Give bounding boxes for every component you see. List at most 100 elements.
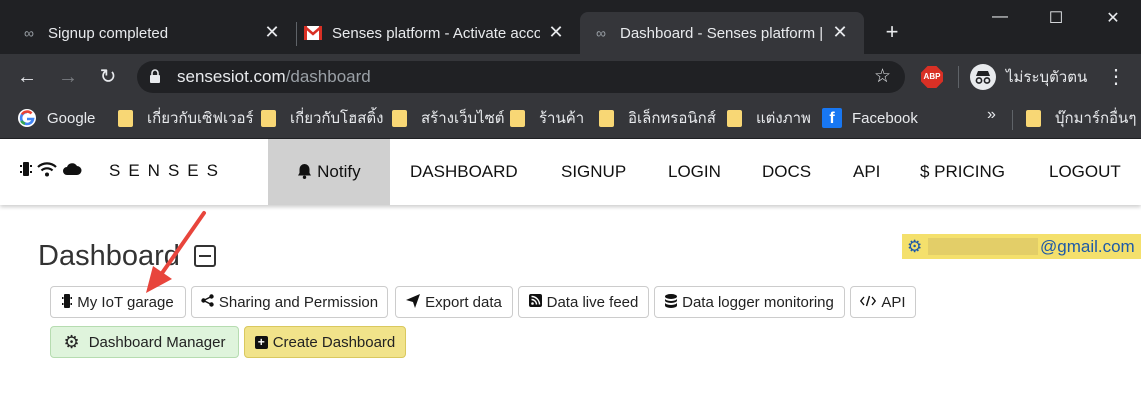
chip-icon xyxy=(62,293,73,311)
more-menu-icon[interactable]: ⋮ xyxy=(1106,64,1126,90)
bookmark-folder-website[interactable]: สร้างเว็บไซต์ xyxy=(392,106,505,130)
gear-icon: ⚙ xyxy=(907,237,923,256)
back-button[interactable]: ← xyxy=(14,64,40,90)
bookmark-label: เกี่ยวกับเซิฟเวอร์ xyxy=(147,110,254,127)
bookmark-label: อิเล็กทรอนิกส์ xyxy=(628,110,716,127)
my-iot-garage-button[interactable]: My IoT garage xyxy=(50,286,186,318)
export-data-button[interactable]: Export data xyxy=(395,286,513,318)
browser-tab-strip: ∞ Signup completed ✕ Senses platform - A… xyxy=(0,0,1141,54)
code-icon xyxy=(860,295,877,310)
share-icon xyxy=(201,294,214,310)
close-tab-icon[interactable]: ✕ xyxy=(830,22,850,43)
folder-icon xyxy=(1026,109,1041,127)
tab-title: Senses platform - Activate acco xyxy=(332,24,540,42)
cloud-icon xyxy=(62,162,82,180)
profile-label: ไม่ระบุตัวตน xyxy=(1006,69,1088,86)
wifi-icon xyxy=(37,161,57,181)
api-button[interactable]: API xyxy=(850,286,916,318)
address-bar[interactable]: sensesiot.com/dashboard ☆ xyxy=(137,61,905,93)
url-path: /dashboard xyxy=(285,67,371,86)
data-live-feed-button[interactable]: Data live feed xyxy=(518,286,649,318)
bookmark-facebook[interactable]: f Facebook xyxy=(822,106,918,130)
maximize-button[interactable]: ☐ xyxy=(1041,8,1071,32)
nav-login[interactable]: LOGIN xyxy=(668,139,721,205)
rss-icon xyxy=(528,294,542,310)
data-logger-monitoring-button[interactable]: Data logger monitoring xyxy=(654,286,845,318)
nav-api[interactable]: API xyxy=(853,139,880,205)
button-label: Export data xyxy=(425,293,502,311)
nav-notify-label: Notify xyxy=(317,162,361,181)
tab-activate-account[interactable]: Senses platform - Activate acco ✕ xyxy=(304,12,580,54)
tab-title: Dashboard - Senses platform | xyxy=(620,24,824,42)
folder-icon xyxy=(261,109,276,127)
bookmark-label: บุ๊กมาร์กอื่นๆ xyxy=(1055,110,1137,127)
bookmarks-overflow-button[interactable]: » xyxy=(987,106,996,124)
sharing-permission-button[interactable]: Sharing and Permission xyxy=(191,286,388,318)
bookmark-folder-electronics[interactable]: อิเล็กทรอนิกส์ xyxy=(599,106,716,130)
loop-icon: ∞ xyxy=(596,25,606,41)
database-icon xyxy=(665,293,678,311)
forward-button[interactable]: → xyxy=(55,64,81,90)
close-tab-icon[interactable]: ✕ xyxy=(546,22,566,43)
bookmark-label: แต่งภาพ xyxy=(756,110,811,127)
bookmark-label: เกี่ยวกับโฮสติ้ง xyxy=(290,110,384,127)
bookmark-label: ร้านค้า xyxy=(539,110,585,127)
button-label: Create Dashboard xyxy=(272,333,396,351)
nav-signup[interactable]: SIGNUP xyxy=(561,139,626,205)
facebook-icon: f xyxy=(822,108,842,128)
tab-title: Signup completed xyxy=(48,24,169,42)
incognito-profile[interactable]: ไม่ระบุตัวตน xyxy=(970,62,1087,92)
dashboard-manager-button[interactable]: ⚙ Dashboard Manager xyxy=(50,326,239,358)
bookmark-google[interactable]: Google xyxy=(17,106,95,130)
paper-plane-icon xyxy=(406,293,421,311)
nav-notify[interactable]: Notify xyxy=(268,139,390,205)
toolbar-divider xyxy=(958,66,959,88)
incognito-icon xyxy=(970,64,996,90)
bookmark-folder-photo[interactable]: แต่งภาพ xyxy=(727,106,811,130)
bookmark-label: Google xyxy=(47,109,96,127)
gear-icon: ⚙ xyxy=(63,331,80,352)
email-domain: @gmail.com xyxy=(1040,237,1135,256)
nav-docs[interactable]: DOCS xyxy=(762,139,811,205)
button-label: Data live feed xyxy=(546,293,639,311)
gmail-icon xyxy=(304,25,322,41)
bookmarks-bar: Google เกี่ยวกับเซิฟเวอร์ เกี่ยวกับโฮสติ… xyxy=(0,100,1141,139)
site-logo[interactable]: SENSES xyxy=(20,161,226,181)
button-label: API xyxy=(881,293,906,311)
url-text[interactable]: sensesiot.com/dashboard xyxy=(177,67,371,87)
new-tab-button[interactable]: + xyxy=(880,19,904,45)
reload-button[interactable]: ↻ xyxy=(95,64,121,90)
nav-pricing[interactable]: $ PRICING xyxy=(920,139,1005,205)
nav-logout[interactable]: LOGOUT xyxy=(1049,139,1121,205)
tab-divider xyxy=(296,22,297,46)
bookmarks-divider xyxy=(1012,110,1013,130)
close-window-button[interactable]: ✕ xyxy=(1098,8,1128,32)
other-bookmarks[interactable]: บุ๊กมาร์กอื่นๆ xyxy=(1026,106,1136,130)
create-dashboard-button[interactable]: + Create Dashboard xyxy=(244,326,406,358)
bookmark-folder-hosting[interactable]: เกี่ยวกับโฮสติ้ง xyxy=(261,106,383,130)
collapse-toggle-icon[interactable] xyxy=(194,245,216,267)
bookmark-folder-server[interactable]: เกี่ยวกับเซิฟเวอร์ xyxy=(118,106,254,130)
close-tab-icon[interactable]: ✕ xyxy=(262,22,282,43)
button-label: Sharing and Permission xyxy=(218,293,379,311)
plus-square-icon: + xyxy=(254,335,268,349)
minimize-button[interactable]: — xyxy=(985,8,1015,32)
bookmark-folder-shop[interactable]: ร้านค้า xyxy=(510,106,584,130)
loop-icon: ∞ xyxy=(24,25,34,41)
browser-toolbar: ← → ↻ sensesiot.com/dashboard ☆ ABP ไม่ร… xyxy=(0,54,1141,100)
button-label: My IoT garage xyxy=(77,293,174,311)
site-navbar: SENSES Notify DASHBOARD SIGNUP LOGIN DOC… xyxy=(0,139,1141,205)
button-label: Dashboard Manager xyxy=(88,333,226,351)
tab-signup-completed[interactable]: ∞ Signup completed ✕ xyxy=(20,12,296,54)
bookmark-star-icon[interactable]: ☆ xyxy=(874,65,891,88)
tab-dashboard[interactable]: ∞ Dashboard - Senses platform | ✕ xyxy=(580,12,864,54)
nav-dashboard[interactable]: DASHBOARD xyxy=(410,139,518,205)
brand-name: SENSES xyxy=(109,161,226,180)
user-email-badge[interactable]: ⚙ @gmail.com xyxy=(902,234,1141,259)
button-label: Data logger monitoring xyxy=(682,293,834,311)
bookmark-label: Facebook xyxy=(852,109,918,127)
adblock-plus-icon[interactable]: ABP xyxy=(921,66,943,88)
folder-icon xyxy=(510,109,525,127)
chip-icon xyxy=(20,161,32,181)
lock-icon[interactable] xyxy=(149,69,161,83)
